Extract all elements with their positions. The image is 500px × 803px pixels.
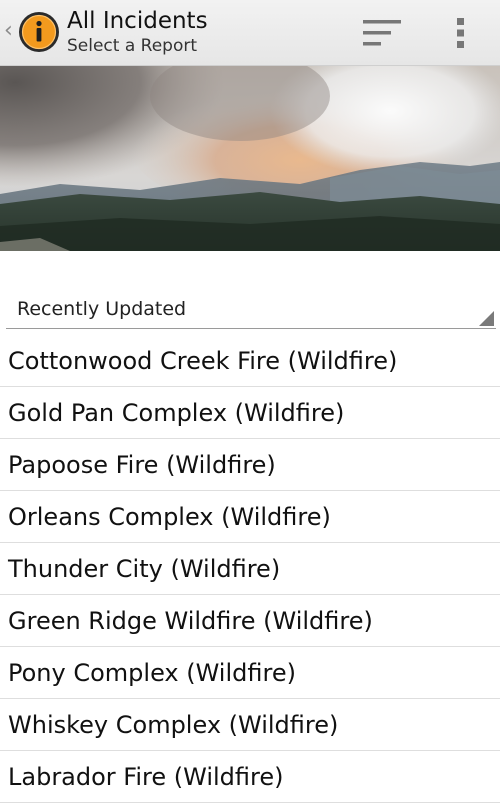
sort-filter-dropdown[interactable]: Recently Updated <box>6 294 496 329</box>
wildfire-banner-image <box>0 66 500 251</box>
list-item[interactable]: Cottonwood Creek Fire (Wildfire) <box>0 335 500 387</box>
page-title: All Incidents <box>67 8 208 34</box>
list-item[interactable]: Thunder City (Wildfire) <box>0 543 500 595</box>
page-subtitle: Select a Report <box>67 36 198 56</box>
list-item[interactable]: Papoose Fire (Wildfire) <box>0 439 500 491</box>
list-item[interactable]: Whiskey Complex (Wildfire) <box>0 699 500 751</box>
filter-sort-icon[interactable] <box>358 14 410 52</box>
info-icon[interactable] <box>18 11 60 53</box>
incident-list: Cottonwood Creek Fire (Wildfire) Gold Pa… <box>0 335 500 803</box>
list-item[interactable]: Gold Pan Complex (Wildfire) <box>0 387 500 439</box>
list-item[interactable]: Green Ridge Wildfire (Wildfire) <box>0 595 500 647</box>
overflow-menu-icon[interactable] <box>444 12 478 54</box>
list-item[interactable]: Orleans Complex (Wildfire) <box>0 491 500 543</box>
chevron-left-icon[interactable]: ‹ <box>4 20 13 42</box>
list-item[interactable]: Labrador Fire (Wildfire) <box>0 751 500 803</box>
title-group: All Incidents Select a Report <box>67 8 208 57</box>
dropdown-triangle-icon <box>479 311 494 326</box>
dropdown-selected-value: Recently Updated <box>17 298 187 320</box>
action-bar: ‹ All Incidents Select a Report <box>0 0 500 66</box>
list-item[interactable]: Pony Complex (Wildfire) <box>0 647 500 699</box>
